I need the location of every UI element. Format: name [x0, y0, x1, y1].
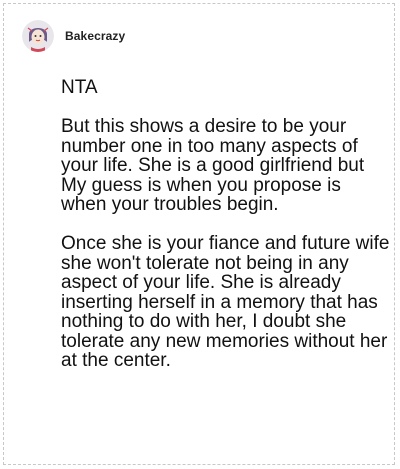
comment-paragraph: Once she is your fiance and future wife …: [61, 233, 390, 371]
comment-card: Bakecrazy NTA But this shows a desire to…: [3, 3, 395, 465]
username[interactable]: Bakecrazy: [65, 29, 125, 43]
comment-paragraph: But this shows a desire to be your numbe…: [61, 116, 365, 215]
comment-body: NTA But this shows a desire to be your n…: [61, 78, 391, 371]
cartoon-avatar-icon: [22, 20, 54, 52]
comment-paragraph: NTA: [61, 77, 98, 98]
avatar[interactable]: [22, 20, 54, 52]
comment-header: Bakecrazy: [22, 14, 125, 58]
